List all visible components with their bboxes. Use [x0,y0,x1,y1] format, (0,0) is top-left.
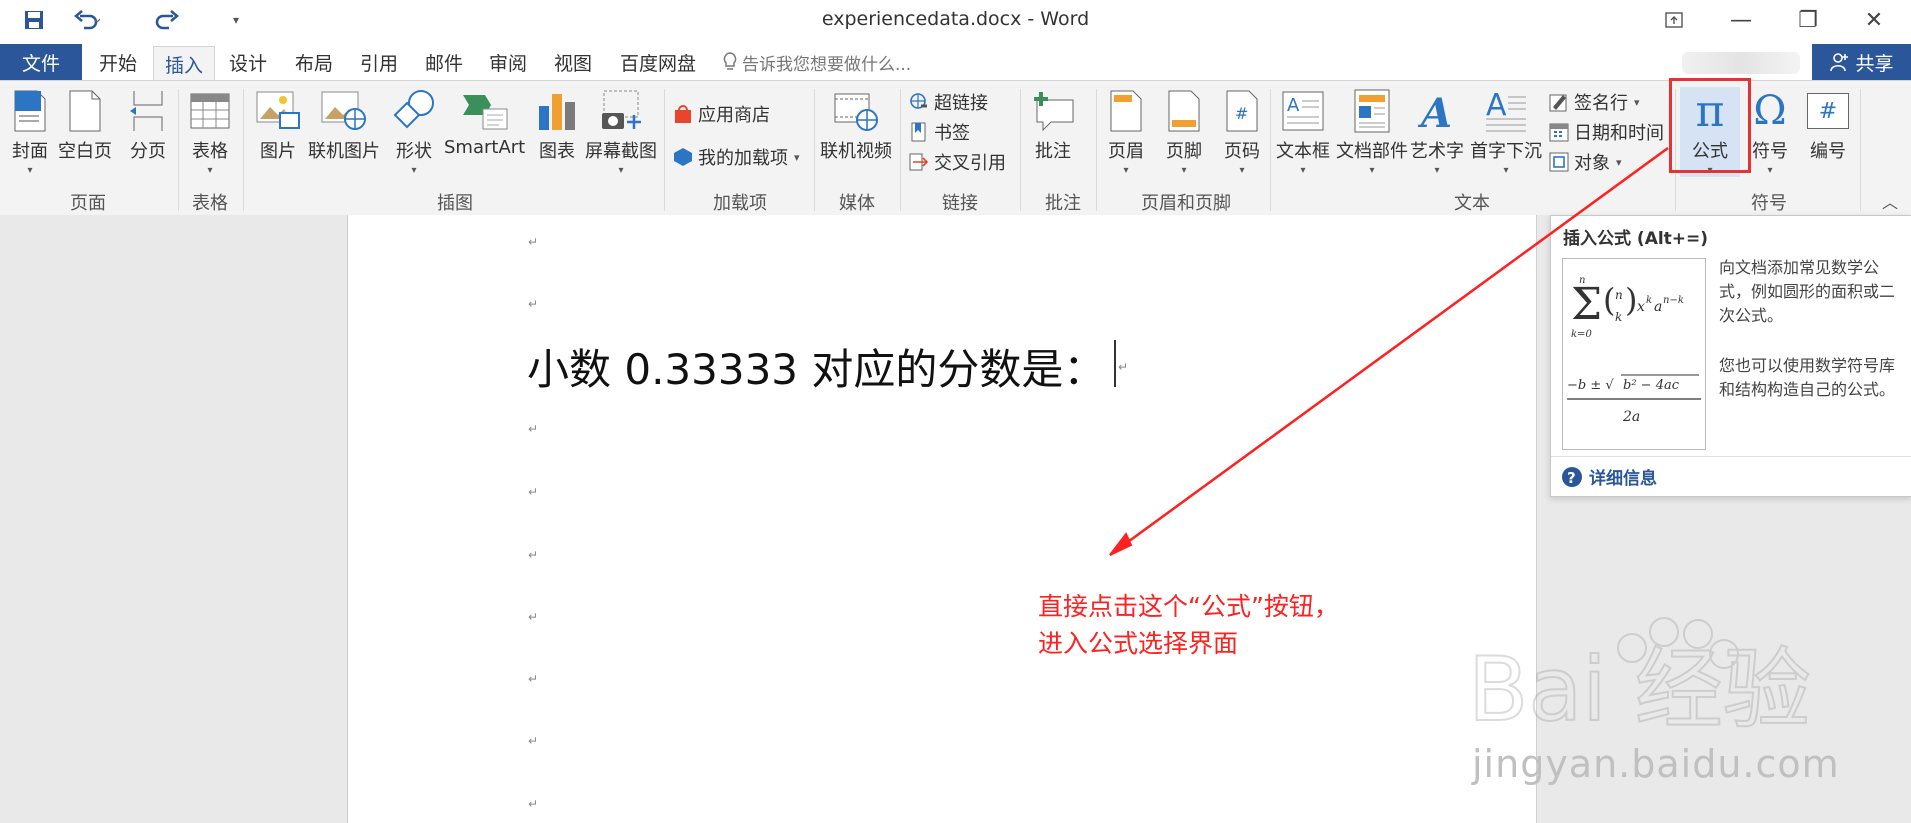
annotation-line-1: 直接点击这个“公式”按钮， [1038,592,1339,621]
annotation-text: 直接点击这个“公式”按钮， 进入公式选择界面 [1038,588,1339,662]
baidu-watermark-logo: Bai 经验 [1468,617,1812,742]
annotation-line-2: 进入公式选择界面 [1038,629,1239,658]
watermark-url: jingyan.baidu.com [1472,742,1840,786]
watermark-brand: Bai 经验 [1468,638,1811,741]
